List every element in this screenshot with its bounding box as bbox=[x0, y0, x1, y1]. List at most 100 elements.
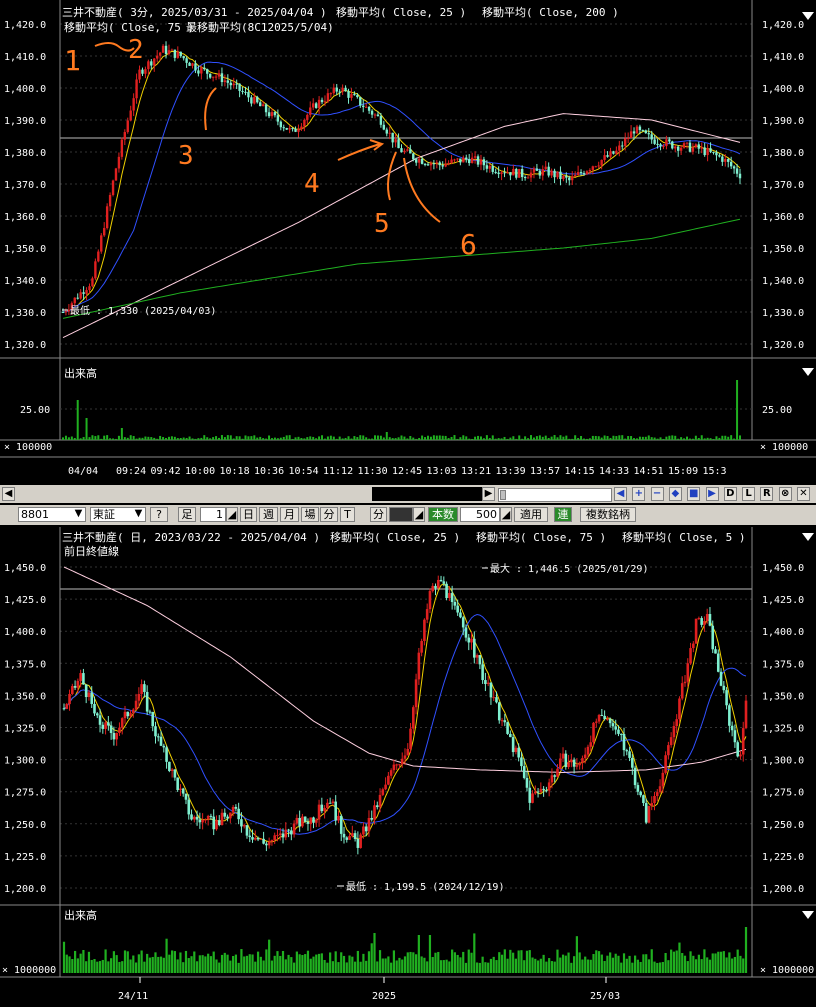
count-input[interactable]: 500 bbox=[460, 507, 500, 522]
count-spin-icon[interactable]: ◢ bbox=[500, 507, 512, 522]
volume-bar bbox=[362, 435, 365, 440]
zoom-slider-thumb[interactable] bbox=[500, 490, 506, 500]
candle-body bbox=[636, 785, 640, 792]
scroll-nav-button[interactable]: − bbox=[650, 487, 664, 501]
candle-body bbox=[379, 116, 383, 125]
candle-body bbox=[642, 795, 645, 804]
x-tick-label: 09:42 bbox=[151, 466, 181, 477]
y-tick-label: 1,370.0 bbox=[4, 180, 46, 191]
month-button[interactable]: 月 bbox=[280, 507, 299, 522]
volume-bar bbox=[356, 437, 359, 440]
y-tick-label: 1,375.0 bbox=[762, 659, 804, 670]
intraday-chart-panel[interactable]: 三井不動産( 3分, 2025/03/31 - 2025/04/04 ) 移動平… bbox=[0, 0, 816, 485]
scroll-nav-button[interactable]: ◀ bbox=[614, 487, 627, 501]
candle-body bbox=[220, 73, 224, 83]
scroll-nav-button[interactable]: ◆ bbox=[668, 487, 682, 501]
candle-body bbox=[691, 147, 695, 152]
volume-bar bbox=[226, 954, 229, 973]
candle-body bbox=[428, 591, 432, 610]
volume-bar bbox=[736, 949, 739, 973]
volume-bar bbox=[683, 955, 687, 973]
day-button[interactable]: 日 bbox=[240, 507, 257, 522]
help-button[interactable]: ? bbox=[150, 507, 168, 522]
minute-small-button[interactable]: 分 bbox=[320, 507, 338, 522]
candle-body bbox=[240, 819, 243, 827]
bottom-collapse-icon[interactable] bbox=[802, 533, 814, 541]
candle-body bbox=[541, 169, 544, 176]
y-tick-label: 1,420.0 bbox=[4, 20, 46, 31]
annot-4: 4 bbox=[304, 169, 320, 199]
candle-body bbox=[606, 718, 609, 720]
candle-body bbox=[434, 585, 437, 589]
candle-body bbox=[564, 753, 568, 768]
daily-chart-panel[interactable]: 三井不動産( 日, 2023/03/22 - 2025/04/04 ) 移動平均… bbox=[0, 527, 816, 1007]
top-collapse-icon[interactable] bbox=[802, 12, 814, 20]
x-tick-label: 14:33 bbox=[599, 466, 629, 477]
candle-body bbox=[436, 579, 440, 589]
volume-bar bbox=[700, 959, 703, 973]
candle-body bbox=[391, 132, 394, 143]
apply-button[interactable]: 適用 bbox=[514, 507, 548, 522]
volume-bar bbox=[434, 952, 437, 973]
volume-bar bbox=[96, 961, 99, 973]
scroll-nav-button[interactable]: ▶ bbox=[705, 487, 719, 501]
volume-bar bbox=[348, 955, 351, 973]
scroll-nav-button[interactable]: ✕ bbox=[797, 487, 810, 501]
volume-bar bbox=[76, 958, 79, 973]
multi-symbol-button[interactable]: 複数銘柄 bbox=[580, 507, 636, 522]
volume-bar bbox=[276, 951, 279, 973]
scroll-nav-button[interactable]: ⊗ bbox=[778, 487, 792, 501]
zoom-slider[interactable] bbox=[498, 488, 612, 502]
annot-arrow-6 bbox=[403, 157, 441, 223]
candle-body bbox=[425, 609, 429, 620]
scroll-nav-button[interactable]: ■ bbox=[687, 487, 701, 501]
volume-bar bbox=[112, 438, 115, 440]
minute-spin-icon[interactable]: ◢ bbox=[413, 507, 425, 522]
volume-bar bbox=[691, 438, 694, 440]
candle-body bbox=[553, 170, 556, 178]
period-input[interactable]: 1 bbox=[200, 507, 226, 522]
scroll-nav-button[interactable]: R bbox=[760, 487, 774, 501]
candle-body bbox=[353, 833, 357, 839]
volume-bar bbox=[437, 951, 440, 973]
candle-body bbox=[135, 79, 138, 99]
volume-bar bbox=[585, 438, 588, 440]
bottom-volume-collapse-icon[interactable] bbox=[802, 911, 814, 919]
top-volume-collapse-icon[interactable] bbox=[802, 368, 814, 376]
candle-body bbox=[188, 62, 191, 66]
volume-bar bbox=[680, 437, 683, 440]
volume-bar bbox=[394, 438, 397, 440]
candle-body bbox=[697, 618, 701, 620]
bottom-max-label: 最大 : 1,446.5 (2025/01/29) bbox=[490, 562, 648, 575]
scroll-right-icon[interactable]: ▶ bbox=[482, 487, 495, 501]
minute-button[interactable]: 分 bbox=[370, 507, 387, 522]
candle-body bbox=[158, 52, 162, 56]
x-tick-label: 14:51 bbox=[634, 466, 664, 477]
code-dropdown-icon[interactable]: ▼ bbox=[72, 508, 85, 522]
candle-body bbox=[281, 833, 285, 838]
bottom-chart-title: 三井不動産( 日, 2023/03/22 - 2025/04/04 ) bbox=[62, 530, 320, 544]
scroll-left-icon[interactable]: ◀ bbox=[2, 487, 15, 501]
period-spin-icon[interactable]: ◢ bbox=[226, 507, 238, 522]
scroll-nav-button[interactable]: D bbox=[723, 487, 737, 501]
y-tick-label: 1,410.0 bbox=[762, 52, 804, 63]
candle-body bbox=[331, 801, 335, 803]
scroll-nav-button[interactable]: + bbox=[632, 487, 646, 501]
tick-button[interactable]: T bbox=[340, 507, 355, 522]
volume-bar bbox=[226, 435, 229, 440]
candle-body bbox=[64, 311, 68, 313]
candle-body bbox=[223, 812, 227, 817]
candle-body bbox=[397, 139, 400, 149]
candle-body bbox=[412, 707, 415, 729]
market-dropdown-icon[interactable]: ▼ bbox=[132, 508, 145, 522]
session-button[interactable]: 場 bbox=[301, 507, 319, 522]
volume-bar bbox=[294, 437, 297, 440]
link-toggle[interactable]: 連 bbox=[554, 507, 572, 522]
scroll-nav-button[interactable]: L bbox=[742, 487, 756, 501]
week-button[interactable]: 週 bbox=[259, 507, 278, 522]
volume-bar bbox=[471, 438, 474, 440]
x-tick-label: 12:45 bbox=[392, 466, 422, 477]
minute-input[interactable] bbox=[389, 507, 413, 522]
volume-bar bbox=[634, 955, 637, 973]
volume-bar bbox=[722, 951, 725, 973]
